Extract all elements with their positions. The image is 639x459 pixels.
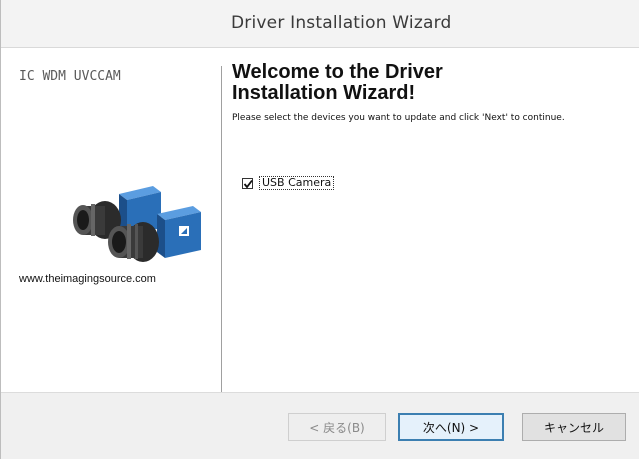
instructions-text: Please select the devices you want to up… [232, 113, 565, 123]
device-checkbox[interactable] [242, 177, 253, 189]
product-name: IC WDM UVCCAM [19, 69, 121, 84]
right-panel: Welcome to the Driver Installation Wizar… [232, 48, 632, 392]
wizard-window: Driver Installation Wizard IC WDM UVCCAM [0, 0, 639, 459]
panel-divider [221, 66, 222, 392]
wizard-content: IC WDM UVCCAM www.theimagingsource.com W… [1, 48, 639, 392]
website-link: www.theimagingsource.com [19, 273, 156, 285]
next-button[interactable]: 次へ(N) > [398, 413, 504, 441]
device-label[interactable]: USB Camera [259, 176, 335, 190]
checkmark-icon [243, 179, 253, 188]
button-bar: < 戻る(B) 次へ(N) > キャンセル [1, 392, 639, 459]
welcome-heading: Welcome to the Driver Installation Wizar… [232, 61, 443, 104]
left-panel: IC WDM UVCCAM www.theimagingsource.com [1, 48, 221, 392]
camera-icon [61, 176, 221, 276]
window-title: Driver Installation Wizard [231, 13, 452, 33]
title-bar[interactable]: Driver Installation Wizard [1, 0, 639, 48]
device-usb-camera[interactable]: USB Camera [242, 176, 335, 190]
cancel-button[interactable]: キャンセル [522, 413, 626, 441]
back-button[interactable]: < 戻る(B) [288, 413, 386, 441]
